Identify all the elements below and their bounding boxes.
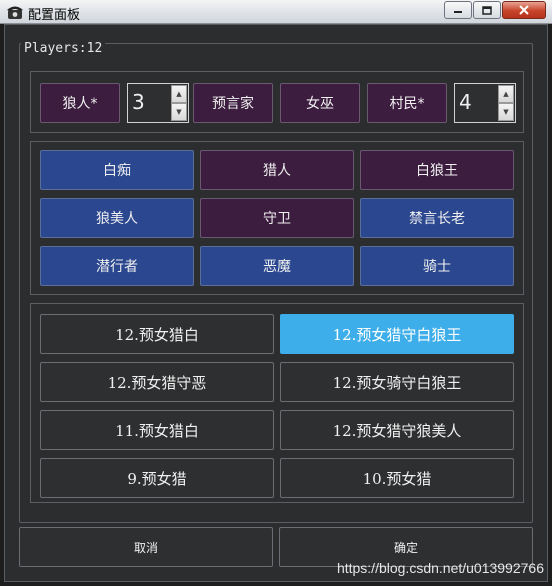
role-button-white-wolf-king[interactable]: 白狼王: [360, 150, 514, 190]
title-bar[interactable]: 配置面板: [0, 0, 552, 24]
wolf-count-value: 3: [132, 90, 145, 114]
villager-count-up-icon[interactable]: ▲: [498, 85, 514, 103]
role-button-wolf-beauty[interactable]: 狼美人: [40, 198, 194, 238]
maximize-button[interactable]: [473, 1, 501, 19]
wolf-count-down-icon[interactable]: ▼: [171, 103, 187, 121]
close-button[interactable]: [502, 1, 546, 19]
wolf-count-spinbox[interactable]: 3 ▲ ▼: [127, 83, 189, 123]
players-count-label: Players:12: [21, 41, 106, 56]
role-button-guard[interactable]: 守卫: [200, 198, 354, 238]
role-button-hunter[interactable]: 猎人: [200, 150, 354, 190]
role-button-knight[interactable]: 骑士: [360, 246, 514, 286]
preset-button[interactable]: 12.预女猎守狼美人: [280, 410, 514, 450]
maximize-icon: [474, 2, 500, 18]
watermark-text: https://blog.csdn.net/u013992766: [336, 560, 544, 576]
preset-button[interactable]: 12.预女猎守恶: [40, 362, 274, 402]
wolf-count-up-icon[interactable]: ▲: [171, 85, 187, 103]
role-button-silence-elder[interactable]: 禁言长老: [360, 198, 514, 238]
preset-button[interactable]: 9.预女猎: [40, 458, 274, 498]
role-button-idiot[interactable]: 白痴: [40, 150, 194, 190]
wolf-button[interactable]: 狼人*: [40, 83, 120, 123]
close-icon: [503, 2, 545, 18]
witch-button[interactable]: 女巫: [280, 83, 360, 123]
minimize-icon: [445, 2, 471, 18]
phone-icon: [7, 6, 23, 19]
preset-button[interactable]: 11.预女猎白: [40, 410, 274, 450]
dialog-body: Players:12 狼人* 3 ▲ ▼ 预言家 女巫 村民* 4 ▲ ▼ 白痴…: [4, 24, 548, 582]
seer-button[interactable]: 预言家: [193, 83, 273, 123]
minimize-button[interactable]: [444, 1, 472, 19]
window-title: 配置面板: [28, 8, 81, 23]
preset-button-selected[interactable]: 12.预女猎守白狼王: [280, 314, 514, 354]
villager-button[interactable]: 村民*: [367, 83, 447, 123]
preset-button[interactable]: 10.预女猎: [280, 458, 514, 498]
villager-count-down-icon[interactable]: ▼: [498, 103, 514, 121]
villager-count-spinbox[interactable]: 4 ▲ ▼: [454, 83, 516, 123]
villager-count-value: 4: [459, 90, 472, 114]
role-button-demon[interactable]: 恶魔: [200, 246, 354, 286]
role-button-stalker[interactable]: 潜行者: [40, 246, 194, 286]
preset-button[interactable]: 12.预女骑守白狼王: [280, 362, 514, 402]
cancel-button[interactable]: 取消: [19, 527, 273, 567]
preset-button[interactable]: 12.预女猎白: [40, 314, 274, 354]
